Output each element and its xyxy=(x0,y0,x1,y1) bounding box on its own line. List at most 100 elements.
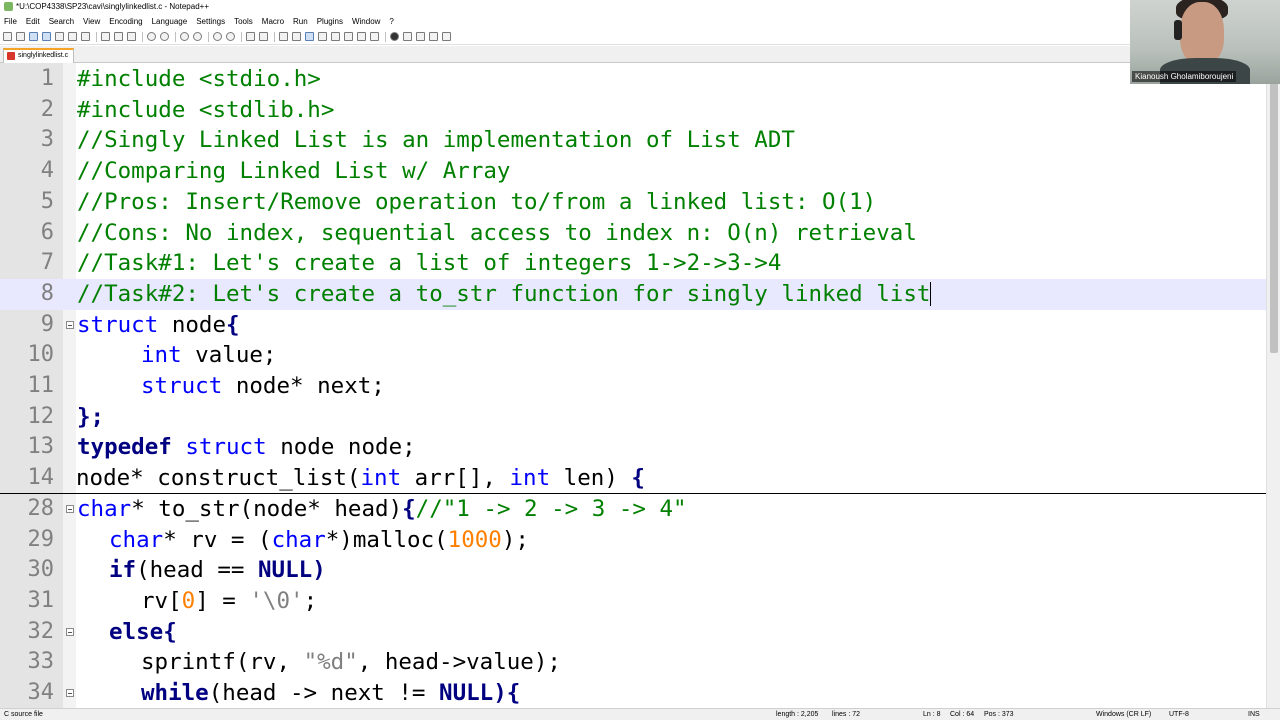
toolbar-divider xyxy=(208,31,209,42)
title-bar: *U:\COP4338\SP23\cavi\singlylinkedlist.c… xyxy=(0,0,1280,14)
menu-bar: File Edit Search View Encoding Language … xyxy=(0,14,1130,29)
status-column: Col : 64 xyxy=(950,711,975,718)
menu-run[interactable]: Run xyxy=(293,14,308,29)
function-list-icon[interactable] xyxy=(344,32,353,41)
status-line-number: Ln : 8 xyxy=(923,711,941,718)
status-position: Pos : 373 xyxy=(984,711,1014,718)
zoom-in-icon[interactable] xyxy=(213,32,222,41)
menu-language[interactable]: Language xyxy=(152,14,188,29)
word-wrap-icon[interactable] xyxy=(279,32,288,41)
code-text: struct node{ xyxy=(77,311,240,338)
indent-guide-icon[interactable] xyxy=(305,32,314,41)
status-file-type: C source file xyxy=(4,711,43,718)
status-insert-mode[interactable]: INS xyxy=(1248,709,1260,720)
menu-view[interactable]: View xyxy=(83,14,100,29)
presenter-face xyxy=(1180,2,1224,64)
menu-edit[interactable]: Edit xyxy=(26,14,40,29)
code-text: #include <stdio.h> xyxy=(77,66,321,92)
toolbar-divider xyxy=(96,31,97,42)
code-editor[interactable]: 1 #include <stdio.h> 2 #include <stdlib.… xyxy=(0,63,1280,708)
code-line: 33 sprintf(rv, "%d", head->value); xyxy=(0,647,1266,678)
comment-text: //Cons: No index, sequential access to i… xyxy=(77,219,917,246)
print-icon[interactable] xyxy=(81,32,90,41)
close-icon[interactable] xyxy=(55,32,64,41)
code-line: 10 int value; xyxy=(0,340,1266,371)
menu-help[interactable]: ? xyxy=(389,14,393,29)
line-number: 32 xyxy=(27,618,55,644)
play-macro-icon[interactable] xyxy=(416,32,425,41)
redo-icon[interactable] xyxy=(160,32,169,41)
save-all-icon[interactable] xyxy=(42,32,51,41)
menu-encoding[interactable]: Encoding xyxy=(109,14,142,29)
find-icon[interactable] xyxy=(180,32,189,41)
lang-define-icon[interactable] xyxy=(318,32,327,41)
menu-settings[interactable]: Settings xyxy=(196,14,225,29)
line-number: 28 xyxy=(27,495,55,521)
sync-horizontal-icon[interactable] xyxy=(259,32,268,41)
paste-icon[interactable] xyxy=(127,32,136,41)
line-number: 2 xyxy=(40,96,54,122)
tab-singlylinkedlist[interactable]: singlylinkedlist.c xyxy=(3,48,75,63)
fold-toggle-icon[interactable] xyxy=(66,504,74,513)
menu-file[interactable]: File xyxy=(4,14,17,29)
line-number: 14 xyxy=(27,465,55,491)
zoom-out-icon[interactable] xyxy=(226,32,235,41)
record-macro-icon[interactable] xyxy=(390,32,399,41)
line-number: 9 xyxy=(40,311,54,337)
current-code-line: 8 //Task#2: Let's create a to_str functi… xyxy=(0,278,1266,310)
fold-toggle-icon[interactable] xyxy=(66,689,74,697)
line-number: 11 xyxy=(27,373,55,398)
line-number: 6 xyxy=(40,219,54,245)
sync-vertical-icon[interactable] xyxy=(246,32,255,41)
doc-map-icon[interactable] xyxy=(331,32,340,41)
replace-icon[interactable] xyxy=(193,32,202,41)
line-number: 33 xyxy=(27,649,55,675)
vertical-scrollbar[interactable] xyxy=(1266,63,1280,708)
comment-text: //Comparing Linked List w/ Array xyxy=(77,158,511,185)
folded-code-line: 14 node* construct_list(int arr[], int l… xyxy=(0,463,1266,494)
code-text: char* rv = (char*)malloc(1000); xyxy=(109,526,529,553)
folder-workspace-icon[interactable] xyxy=(357,32,366,41)
menu-plugins[interactable]: Plugins xyxy=(317,14,343,29)
code-text: if(head == NULL) xyxy=(109,557,326,584)
menu-macro[interactable]: Macro xyxy=(262,14,284,29)
line-number: 7 xyxy=(40,250,54,276)
stop-macro-icon[interactable] xyxy=(403,32,412,41)
open-file-icon[interactable] xyxy=(16,32,25,41)
save-macro-icon[interactable] xyxy=(442,32,451,41)
code-line: 3 //Singly Linked List is an implementat… xyxy=(0,125,1266,156)
status-bar: C source file length : 2,205 lines : 72 … xyxy=(0,708,1280,720)
copy-icon[interactable] xyxy=(114,32,123,41)
toolbar-divider xyxy=(241,31,242,42)
line-number: 34 xyxy=(27,680,55,705)
show-all-chars-icon[interactable] xyxy=(292,32,301,41)
code-line: 34 while(head -> next != NULL){ xyxy=(0,678,1266,708)
fold-toggle-icon[interactable] xyxy=(66,320,74,329)
code-line: 9 struct node{ xyxy=(0,310,1266,341)
monitoring-icon[interactable] xyxy=(370,32,379,41)
status-encoding[interactable]: UTF-8 xyxy=(1169,709,1189,720)
headset-icon xyxy=(1174,20,1182,40)
toolbar-divider xyxy=(142,31,143,42)
scrollbar-thumb[interactable] xyxy=(1270,83,1278,353)
code-line: 29 char* rv = (char*)malloc(1000); xyxy=(0,525,1266,556)
code-line: 32 else{ xyxy=(0,617,1266,648)
code-text: int value; xyxy=(141,342,277,369)
code-line: 6 //Cons: No index, sequential access to… xyxy=(0,218,1266,249)
status-length: length : 2,205 xyxy=(776,711,819,718)
fold-toggle-icon[interactable] xyxy=(66,627,74,636)
close-all-icon[interactable] xyxy=(68,32,77,41)
menu-search[interactable]: Search xyxy=(49,14,74,29)
code-text: sprintf(rv, "%d", head->value); xyxy=(141,649,561,676)
menu-tools[interactable]: Tools xyxy=(234,14,253,29)
status-eol[interactable]: Windows (CR LF) xyxy=(1096,709,1151,720)
menu-window[interactable]: Window xyxy=(352,14,380,29)
new-file-icon[interactable] xyxy=(3,32,12,41)
cut-icon[interactable] xyxy=(101,32,110,41)
run-macro-multiple-icon[interactable] xyxy=(429,32,438,41)
save-icon[interactable] xyxy=(29,32,38,41)
undo-icon[interactable] xyxy=(147,32,156,41)
code-text: struct node* next; xyxy=(141,373,385,399)
line-number: 31 xyxy=(27,587,55,613)
line-number: 13 xyxy=(27,434,55,460)
